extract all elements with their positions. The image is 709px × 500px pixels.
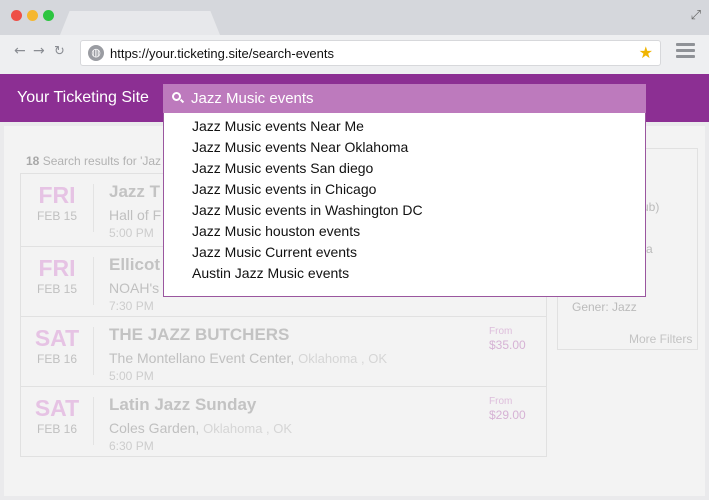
search-icon <box>172 92 181 101</box>
event-price: $35.00 <box>489 338 526 352</box>
hamburger-menu-icon[interactable] <box>676 43 695 61</box>
event-price: $29.00 <box>489 408 526 422</box>
event-venue: Hall of F <box>109 207 162 223</box>
close-window-button[interactable] <box>11 10 22 21</box>
event-name[interactable]: Jazz T <box>109 182 160 202</box>
browser-chrome: ⤢ ← → ↻ ◍ https://your.ticketing.site/se… <box>0 0 709 74</box>
divider <box>93 184 94 232</box>
divider <box>93 257 94 305</box>
suggestion-item[interactable]: Austin Jazz Music events <box>192 265 349 281</box>
event-time: 5:00 PM <box>109 369 154 383</box>
site-title[interactable]: Your Ticketing Site <box>17 89 149 107</box>
event-name[interactable]: Ellicot <box>109 255 160 275</box>
event-name[interactable]: THE JAZZ BUTCHERS <box>109 325 289 345</box>
suggestion-item[interactable]: Jazz Music events in Washington DC <box>192 202 423 218</box>
address-bar[interactable]: ◍ https://your.ticketing.site/search-eve… <box>80 40 661 66</box>
maximize-window-button[interactable] <box>43 10 54 21</box>
results-summary: 18 Search results for 'Jaz <box>26 154 161 168</box>
event-day: FRI <box>38 255 76 281</box>
event-row[interactable]: SAT FEB 16 THE JAZZ BUTCHERS The Montell… <box>20 317 547 387</box>
globe-icon: ◍ <box>88 45 104 61</box>
browser-toolbar: ← → ↻ ◍ https://your.ticketing.site/sear… <box>0 35 709 74</box>
browser-tab[interactable] <box>60 11 220 35</box>
event-venue: Coles Garden, Oklahoma , OK <box>109 420 293 436</box>
reload-icon[interactable]: ↻ <box>54 44 65 59</box>
price-from-label: From <box>489 326 513 337</box>
suggestion-item[interactable]: Jazz Music events San diego <box>192 160 373 176</box>
price-from-label: From <box>489 396 513 407</box>
event-day: FRI <box>38 182 76 208</box>
suggestion-item[interactable]: Jazz Music events Near Me <box>192 118 364 134</box>
event-date: FEB 16 <box>36 352 78 366</box>
event-venue: The Montellano Event Center, Oklahoma , … <box>109 350 387 366</box>
event-time: 7:30 PM <box>109 299 154 313</box>
event-date: FEB 16 <box>36 422 78 436</box>
filter-item[interactable]: a <box>646 242 653 256</box>
event-row[interactable]: SAT FEB 16 Latin Jazz Sunday Coles Garde… <box>20 387 547 457</box>
event-time: 6:30 PM <box>109 439 154 453</box>
forward-arrow-icon[interactable]: → <box>33 43 45 59</box>
back-arrow-icon[interactable]: ← <box>14 43 26 59</box>
divider <box>93 327 94 375</box>
event-day: SAT <box>34 325 80 351</box>
expand-icon[interactable]: ⤢ <box>691 8 701 23</box>
event-date: FEB 15 <box>36 282 78 296</box>
event-venue: NOAH's <box>109 280 160 296</box>
url-text[interactable]: https://your.ticketing.site/search-event… <box>110 46 334 61</box>
search-suggestions-dropdown: Jazz Music events Near Me Jazz Music eve… <box>163 113 646 297</box>
suggestion-item[interactable]: Jazz Music events in Chicago <box>192 181 376 197</box>
suggestion-item[interactable]: Jazz Music events Near Oklahoma <box>192 139 408 155</box>
more-filters-link[interactable]: More Filters <box>629 332 692 346</box>
divider <box>93 397 94 445</box>
results-count: 18 <box>26 154 40 168</box>
results-label: Search results for 'Jaz <box>42 154 162 168</box>
search-input[interactable]: Jazz Music events <box>163 84 646 113</box>
minimize-window-button[interactable] <box>27 10 38 21</box>
filter-genre[interactable]: Gener: Jazz <box>572 300 637 314</box>
event-day: SAT <box>34 395 80 421</box>
event-name[interactable]: Latin Jazz Sunday <box>109 395 256 415</box>
suggestion-item[interactable]: Jazz Music houston events <box>192 223 360 239</box>
event-time: 5:00 PM <box>109 226 154 240</box>
event-date: FEB 15 <box>36 209 78 223</box>
search-query-text[interactable]: Jazz Music events <box>191 90 314 107</box>
suggestion-item[interactable]: Jazz Music Current events <box>192 244 357 260</box>
star-icon[interactable]: ★ <box>639 43 653 62</box>
